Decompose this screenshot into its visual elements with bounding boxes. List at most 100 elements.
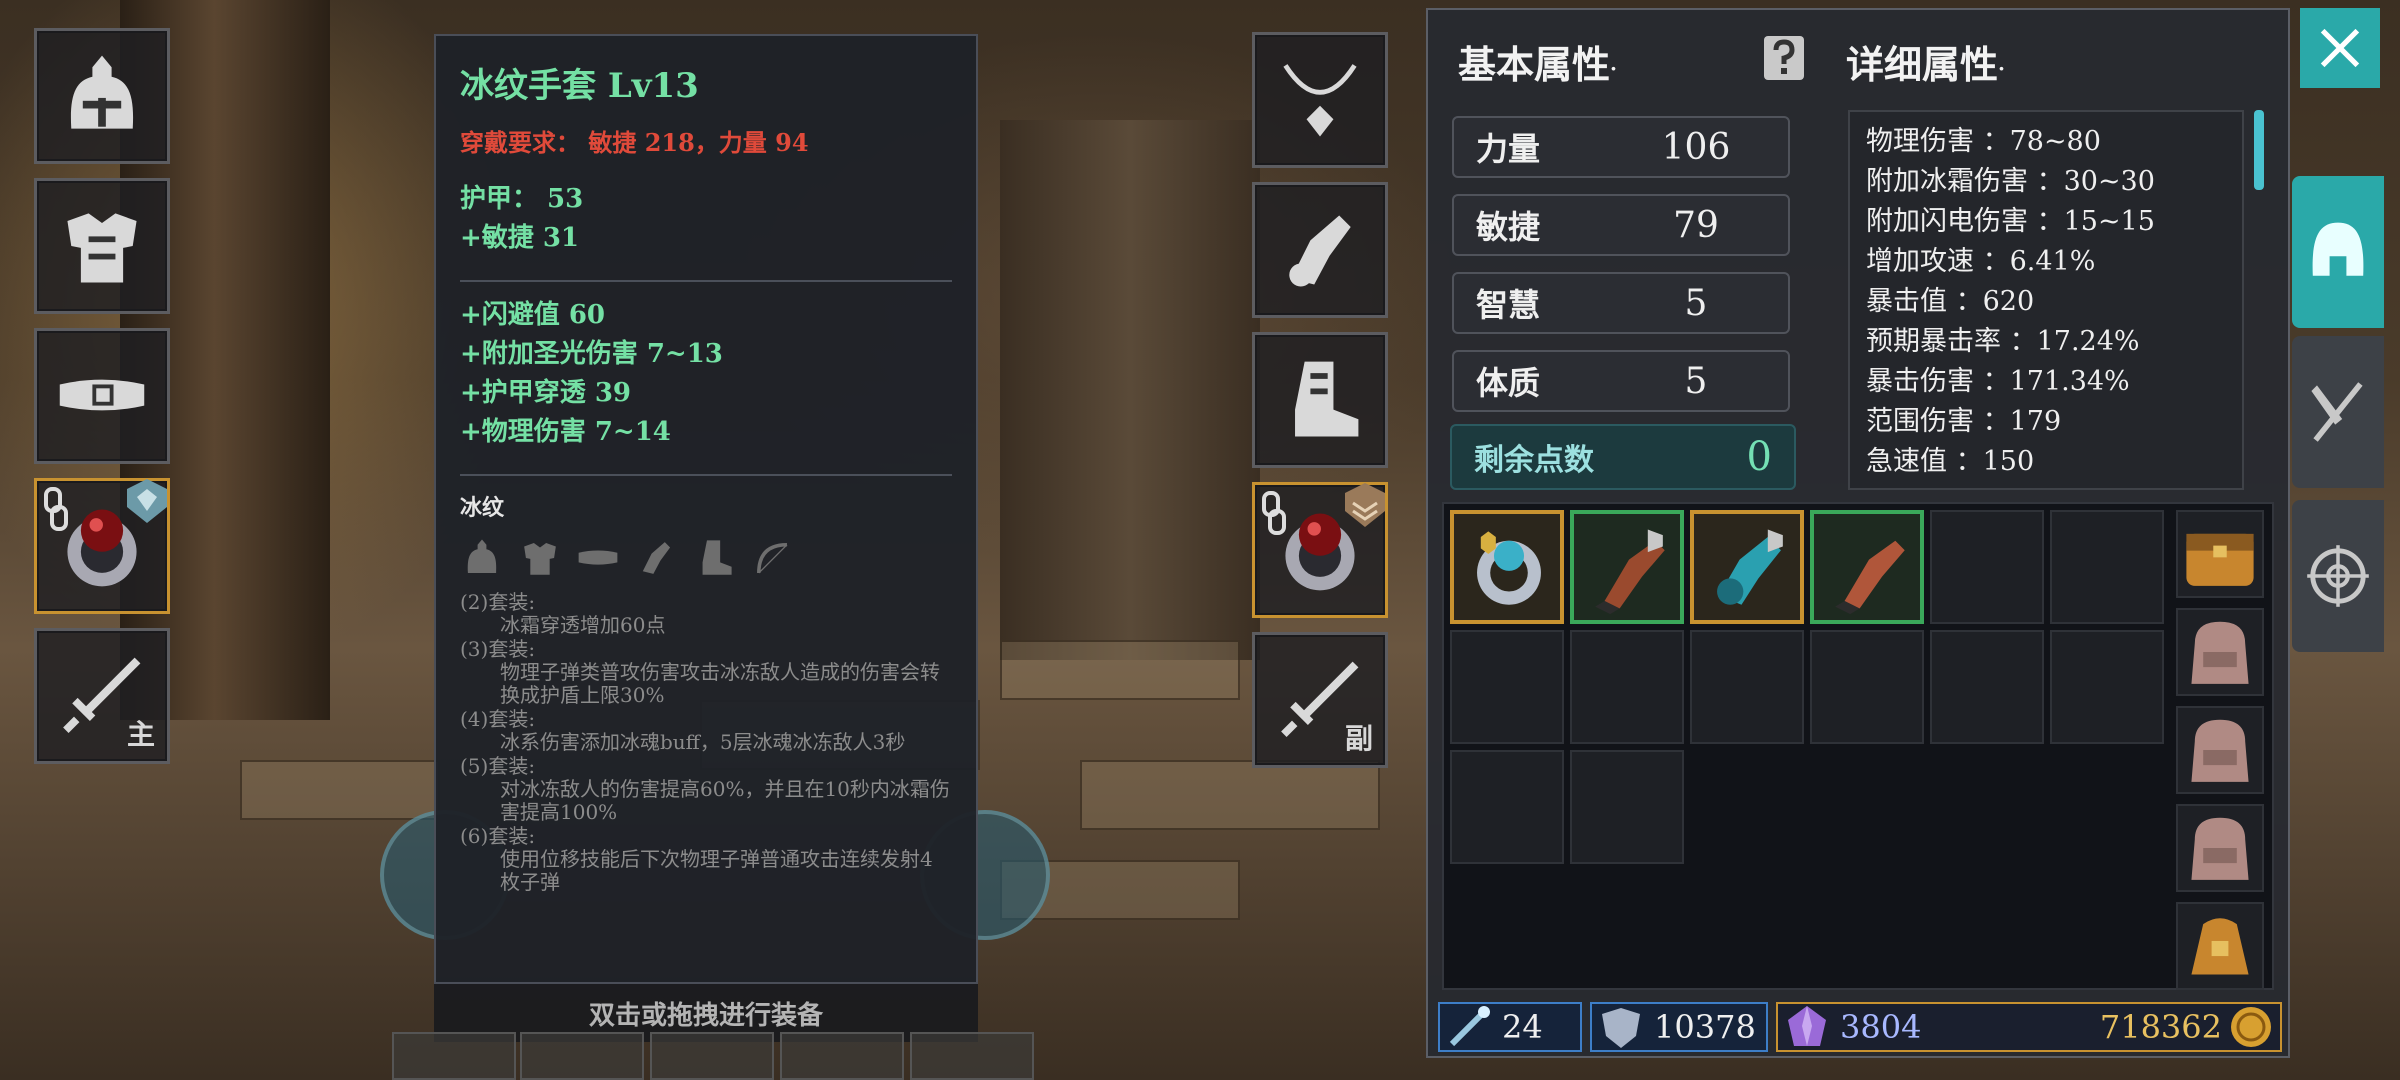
tab-skills[interactable] — [2292, 336, 2384, 488]
bag-icon — [2191, 719, 2249, 782]
bag-tab[interactable] — [2176, 804, 2264, 892]
inventory-slot[interactable] — [1450, 630, 1564, 744]
detail-stat: 增加攻速 ：6.41% — [1866, 246, 2096, 277]
base-attributes-title: 基本属性· — [1458, 42, 1617, 87]
bag-tab[interactable] — [2176, 902, 2264, 990]
extra-stat: +物理伤害 7~14 — [460, 417, 671, 447]
set-bonus: (4)套装: 冰系伤害添加冰魂buff，5层冰魂冰冻敌人3秒 — [460, 707, 906, 754]
item-tooltip: 冰纹手套 Lv13 穿戴要求： 敏捷 218，力量 94 护甲： 53 +敏捷 … — [434, 34, 978, 984]
necklace-slot[interactable] — [1252, 32, 1388, 168]
main-weapon-slot[interactable]: 主 — [34, 628, 170, 764]
glove-icon — [642, 542, 671, 574]
set-bonus: (6)套装: 使用位移技能后下次物理子弹普通攻击连续发射4枚子弹 — [460, 824, 933, 894]
stat-constitution: 体质 5 — [1452, 350, 1790, 412]
item-title: 冰纹手套 Lv13 — [460, 66, 699, 106]
extra-stat: +护甲穿透 39 — [460, 378, 632, 408]
extra-stat: +附加圣光伤害 7~13 — [460, 339, 723, 369]
armor-icon — [67, 213, 137, 283]
inventory-grid — [1442, 502, 2274, 990]
bag-tab[interactable] — [2176, 510, 2264, 598]
inventory-slot[interactable] — [1570, 750, 1684, 864]
rarity-badge-icon — [1345, 483, 1385, 527]
bracer-icon — [1835, 540, 1905, 615]
boot-slot[interactable] — [1252, 332, 1388, 468]
wand-icon — [1449, 1006, 1490, 1047]
close-button[interactable] — [2300, 8, 2380, 88]
belt-icon — [59, 379, 145, 411]
help-icon[interactable] — [1764, 36, 1804, 80]
wand-currency: 24 — [1438, 1002, 1582, 1052]
set-icons — [460, 536, 952, 580]
crystal-count: 3804 — [1840, 1008, 1922, 1046]
divider — [460, 474, 952, 476]
shield-icon — [1602, 1008, 1640, 1048]
inventory-slot[interactable] — [1930, 510, 2044, 624]
base-stat: +敏捷 31 — [460, 223, 580, 253]
detail-stat: 附加冰霜伤害 ：30~30 — [1866, 166, 2155, 197]
inventory-slot[interactable] — [1930, 630, 2044, 744]
detail-stats-list[interactable]: 物理伤害 ：78~80 附加冰霜伤害 ：30~30 附加闪电伤害 ：15~15 … — [1848, 110, 2244, 490]
bag-tab[interactable] — [2176, 706, 2264, 794]
inventory-slot[interactable] — [1810, 510, 1924, 624]
skill-slot[interactable] — [650, 1032, 774, 1080]
glove-slot[interactable] — [1252, 182, 1388, 318]
set-bonus: (5)套装: 对冰冻敌人的伤害提高60%，并且在10秒内冰霜伤害提高100% — [460, 754, 950, 824]
bag-icon — [2186, 533, 2254, 586]
inventory-slot[interactable] — [1450, 750, 1564, 864]
inventory-slot[interactable] — [2050, 630, 2164, 744]
gold-coin-icon — [2231, 1007, 2271, 1047]
off-weapon-slot[interactable]: 副 — [1252, 632, 1388, 768]
stat-agility: 敏捷 79 — [1452, 194, 1790, 256]
character-panel: 基本属性· 详细属性· 力量 106 敏捷 79 智慧 5 体质 5 剩余点数 0 物理伤… — [1426, 8, 2290, 1058]
inventory-slot[interactable] — [1450, 510, 1564, 624]
bracer-icon — [1595, 529, 1665, 615]
skill-slot[interactable] — [520, 1032, 644, 1080]
shield-currency: 10378 — [1590, 1002, 1768, 1052]
skill-slot[interactable] — [910, 1032, 1034, 1080]
necklace-icon — [1283, 64, 1357, 137]
inventory-slot[interactable] — [1690, 630, 1804, 744]
inventory-slot[interactable] — [1570, 510, 1684, 624]
belt-slot[interactable] — [34, 328, 170, 464]
stat-wisdom: 智慧 5 — [1452, 272, 1790, 334]
skill-slot[interactable] — [392, 1032, 516, 1080]
chain-icon — [1262, 491, 1286, 535]
boot-icon — [1295, 361, 1359, 437]
ring-icon — [1477, 531, 1541, 605]
skill-slot[interactable] — [780, 1032, 904, 1080]
tab-settings[interactable] — [2292, 500, 2384, 652]
ring-slot-2[interactable] — [1252, 482, 1388, 618]
target-icon — [2307, 545, 2369, 607]
detail-scrollbar[interactable] — [2254, 110, 2264, 190]
helmet-slot[interactable] — [34, 28, 170, 164]
boot-icon — [702, 540, 732, 575]
item-requirement: 穿戴要求： 敏捷 218，力量 94 — [460, 128, 809, 157]
set-bonus: (2)套装: 冰霜穿透增加60点 — [460, 590, 666, 637]
helmet-icon — [70, 55, 134, 129]
detail-stat: 急速值 ：150 — [1866, 446, 2035, 477]
inventory-slot[interactable] — [1690, 510, 1804, 624]
tab-equipment[interactable] — [2292, 176, 2384, 328]
belt-icon — [578, 550, 618, 565]
armor-slot[interactable] — [34, 178, 170, 314]
detail-stat: 暴击伤害 ：171.34% — [1866, 366, 2130, 397]
chain-icon — [44, 487, 68, 531]
inventory-slot[interactable] — [1810, 630, 1924, 744]
remaining-points[interactable]: 剩余点数 0 — [1450, 424, 1796, 490]
detail-stat: 预期暴击率 ：17.24% — [1866, 326, 2140, 357]
detail-stat: 物理伤害 ：78~80 — [1866, 126, 2101, 157]
helmet-icon — [2312, 222, 2364, 276]
set-name: 冰纹 — [460, 495, 505, 521]
crystal-gold-currency: 3804 718362 — [1776, 1002, 2282, 1052]
inventory-slot[interactable] — [1570, 630, 1684, 744]
bow-icon — [757, 543, 788, 574]
divider — [460, 280, 952, 282]
bag-tab[interactable] — [2176, 608, 2264, 696]
ring-slot[interactable] — [34, 478, 170, 614]
main-weapon-tag: 主 — [126, 718, 155, 751]
set-bonus: (3)套装: 物理子弹类普攻伤害攻击冰冻敌人造成的伤害会转换成护盾上限30% — [460, 637, 940, 707]
stat-strength: 力量 106 — [1452, 116, 1790, 178]
inventory-slot[interactable] — [2050, 510, 2164, 624]
crossed-blades-icon — [2311, 382, 2363, 442]
detail-attributes-title: 详细属性· — [1846, 42, 2005, 87]
